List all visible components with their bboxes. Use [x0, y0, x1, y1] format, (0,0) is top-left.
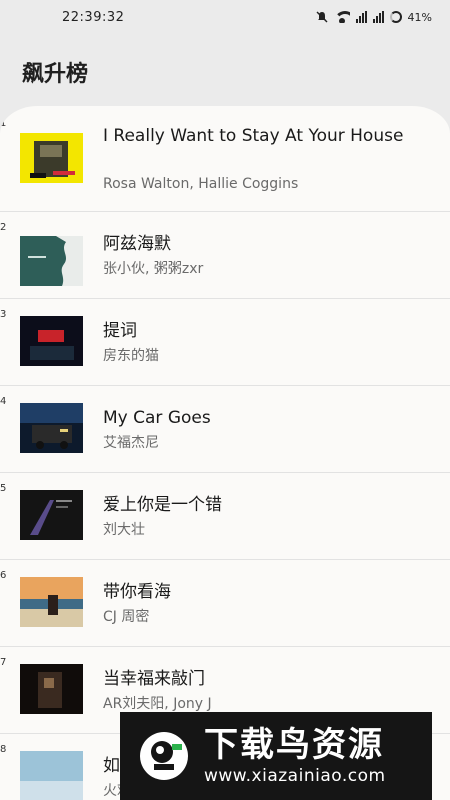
- song-row[interactable]: 1 I Really Want to Stay At Your House Ro…: [0, 106, 450, 212]
- status-time: 22:39:32: [62, 9, 125, 25]
- song-list: 1 I Really Want to Stay At Your House Ro…: [0, 106, 450, 800]
- album-cover: [20, 133, 83, 183]
- mute-icon: [316, 11, 328, 23]
- song-artist: 房东的猫: [103, 348, 159, 364]
- watermark-url: www.xiazainiao.com: [204, 766, 386, 786]
- song-artist: AR刘夫阳, Jony J: [103, 696, 212, 712]
- watermark: 下载鸟资源 www.xiazainiao.com: [120, 712, 432, 800]
- album-cover: [20, 236, 83, 286]
- song-rank: 6: [0, 570, 7, 581]
- song-rank: 5: [0, 483, 7, 494]
- album-cover: [20, 490, 83, 540]
- song-title: 阿兹海默: [103, 234, 171, 254]
- song-title: 爱上你是一个错: [103, 495, 222, 515]
- album-cover: [20, 664, 83, 714]
- song-rank: 8: [0, 744, 7, 755]
- song-title: 带你看海: [103, 582, 171, 602]
- song-row[interactable]: 5 爱上你是一个错 刘大壮: [0, 473, 450, 560]
- signal-icon: [372, 11, 384, 23]
- song-artist: 艾福杰尼: [103, 435, 159, 451]
- album-cover: [20, 751, 83, 800]
- song-row[interactable]: 3 提词 房东的猫: [0, 299, 450, 386]
- song-artist: 张小伙, 粥粥zxr: [103, 261, 204, 277]
- song-title: 提词: [103, 321, 137, 341]
- album-cover: [20, 316, 83, 366]
- song-title: 当幸福来敲门: [103, 669, 205, 689]
- album-cover: [20, 577, 83, 627]
- song-title: My Car Goes: [103, 408, 211, 428]
- song-row[interactable]: 2 阿兹海默 张小伙, 粥粥zxr: [0, 212, 450, 299]
- song-rank: 1: [0, 118, 7, 129]
- page-title: 飙升榜: [22, 62, 89, 87]
- status-bar: 22:39:32 41%: [0, 0, 450, 34]
- wifi-icon: [333, 11, 350, 23]
- status-icons: 41%: [316, 11, 432, 24]
- signal-icon: [355, 11, 367, 23]
- song-artist: 刘大壮: [103, 522, 145, 538]
- song-rank: 4: [0, 396, 7, 407]
- song-rank: 7: [0, 657, 7, 668]
- song-title: I Really Want to Stay At Your House: [103, 126, 404, 146]
- bird-logo-icon: [138, 730, 190, 782]
- song-row[interactable]: 4 My Car Goes 艾福杰尼: [0, 386, 450, 473]
- song-row[interactable]: 6 带你看海 CJ 周密: [0, 560, 450, 647]
- battery-percent: 41%: [407, 10, 432, 24]
- song-artist: CJ 周密: [103, 609, 150, 625]
- song-rank: 2: [0, 222, 7, 233]
- song-artist: Rosa Walton, Hallie Coggins: [103, 176, 299, 192]
- watermark-title: 下载鸟资源: [204, 725, 384, 765]
- watermark-text: 下载鸟资源 www.xiazainiao.com: [204, 725, 386, 787]
- album-cover: [20, 403, 83, 453]
- battery-icon: [389, 11, 402, 23]
- song-rank: 3: [0, 309, 7, 320]
